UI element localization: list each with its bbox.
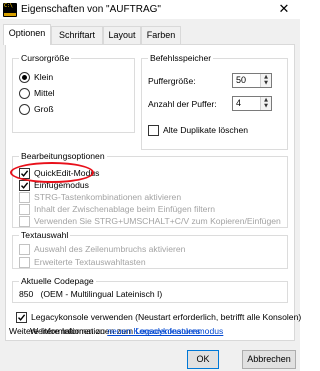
radio-mittel-button[interactable] — [19, 87, 30, 99]
buffer-size-value[interactable]: 50 — [236, 75, 246, 85]
extended-keys-checkbox[interactable] — [19, 256, 30, 268]
cursor-size-group: Cursorgröße Klein Mittel Groß — [12, 53, 135, 133]
insert-mode-row[interactable]: Einfügemodus — [19, 179, 89, 191]
text-selection-title: Textauswahl — [19, 230, 71, 240]
radio-gross[interactable]: Groß — [19, 103, 54, 115]
radio-mittel-label: Mittel — [34, 88, 55, 98]
radio-gross-button[interactable] — [19, 103, 30, 115]
text-selection-group: Textauswahl Auswahl des Zeilenumbruchs a… — [12, 230, 288, 269]
dialog-client: Optionen Schriftart Layout Farben Cursor… — [0, 20, 301, 371]
radio-klein[interactable]: Klein — [19, 71, 53, 83]
features-info-text: Weitere Informationen zu — [9, 326, 108, 336]
ok-button[interactable]: OK — [187, 350, 219, 369]
filter-paste-row[interactable]: Inhalt der Zwischenablage beim Einfügen … — [19, 203, 215, 215]
console-features-link[interactable]: neuen Konsolenfeatures — [107, 326, 200, 336]
radio-gross-label: Groß — [34, 104, 54, 114]
check-icon — [17, 313, 26, 321]
radio-klein-label: Klein — [34, 72, 54, 82]
buffer-count-label: Anzahl der Puffer: — [148, 99, 217, 109]
edit-options-group: Bearbeitungsoptionen QuickEdit-Modus Ein… — [12, 151, 288, 228]
buffer-count-spinner[interactable]: 4 ▲ ▼ — [232, 96, 272, 111]
insert-mode-label: Einfügemodus — [34, 180, 89, 190]
line-wrap-selection-checkbox[interactable] — [19, 243, 30, 255]
quickedit-checkbox[interactable] — [19, 167, 30, 179]
check-icon — [20, 169, 29, 177]
cancel-button[interactable]: Abbrechen — [242, 350, 296, 369]
dedupe-checkbox-row[interactable]: Alte Duplikate löschen — [148, 124, 248, 136]
console-app-icon: C:\ — [3, 3, 17, 17]
tab-optionen[interactable]: Optionen — [3, 24, 51, 45]
ctrl-keys-label: STRG-Tastenkombinationen aktivieren — [34, 192, 182, 202]
tab-schriftart[interactable]: Schriftart — [51, 26, 103, 44]
line-wrap-selection-label: Auswahl des Zeilenumbruchs aktivieren — [34, 244, 186, 254]
buffer-count-value[interactable]: 4 — [236, 98, 241, 108]
cursor-size-title: Cursorgröße — [19, 53, 72, 63]
buffer-size-label: Puffergröße: — [148, 76, 196, 86]
quickedit-label: QuickEdit-Modus — [34, 168, 100, 178]
ctrl-shift-cv-checkbox[interactable] — [19, 215, 30, 227]
features-info-line: Weitere Informationen zu neuen Konsolenf… — [9, 325, 200, 337]
dedupe-checkbox[interactable] — [148, 124, 159, 136]
filter-paste-checkbox[interactable] — [19, 203, 30, 215]
dedupe-label: Alte Duplikate löschen — [163, 125, 249, 135]
codepage-group: Aktuelle Codepage 850 (OEM - Multilingua… — [12, 276, 288, 303]
ctrl-shift-cv-row[interactable]: Verwenden Sie STRG+UMSCHALT+C/V zum Kopi… — [19, 215, 281, 227]
tab-farben[interactable]: Farben — [141, 26, 181, 44]
legacy-console-checkbox[interactable] — [16, 311, 27, 323]
check-icon — [20, 181, 29, 189]
extended-keys-row[interactable]: Erweiterte Textauswahltasten — [19, 256, 146, 268]
legacy-console-label: Legacykonsole verwenden (Neustart erford… — [31, 312, 302, 322]
codepage-value: 850 (OEM - Multilingual Lateinisch I) — [19, 289, 163, 299]
radio-klein-button[interactable] — [19, 71, 30, 83]
legacy-console-row[interactable]: Legacykonsole verwenden (Neustart erford… — [16, 311, 301, 323]
options-panel: Cursorgröße Klein Mittel Groß Befehlsspe… — [5, 44, 301, 341]
window-title: Eigenschaften von "AUFTRAG" — [21, 4, 161, 15]
close-button[interactable]: ✕ — [270, 0, 298, 20]
codepage-title: Aktuelle Codepage — [19, 276, 96, 286]
insert-mode-checkbox[interactable] — [19, 179, 30, 191]
command-buffer-title: Befehlsspeicher — [148, 53, 214, 63]
buffer-size-down-icon[interactable]: ▼ — [261, 80, 271, 86]
console-icon-label: C:\ — [4, 3, 13, 9]
tab-layout[interactable]: Layout — [103, 26, 141, 44]
command-buffer-group: Befehlsspeicher Puffergröße: 50 ▲ ▼ Anza… — [141, 53, 288, 150]
ctrl-keys-row[interactable]: STRG-Tastenkombinationen aktivieren — [19, 191, 181, 203]
extended-keys-label: Erweiterte Textauswahltasten — [34, 257, 146, 267]
title-bar: C:\ Eigenschaften von "AUFTRAG" ✕ — [0, 0, 300, 20]
buffer-size-spinner[interactable]: 50 ▲ ▼ — [232, 73, 272, 88]
quickedit-row[interactable]: QuickEdit-Modus — [19, 167, 99, 179]
filter-paste-label: Inhalt der Zwischenablage beim Einfügen … — [34, 204, 216, 214]
ctrl-shift-cv-label: Verwenden Sie STRG+UMSCHALT+C/V zum Kopi… — [34, 216, 281, 226]
radio-mittel[interactable]: Mittel — [19, 87, 55, 99]
edit-options-title: Bearbeitungsoptionen — [19, 151, 107, 161]
buffer-count-down-icon[interactable]: ▼ — [261, 103, 271, 109]
line-wrap-selection-row[interactable]: Auswahl des Zeilenumbruchs aktivieren — [19, 243, 185, 255]
ctrl-keys-checkbox[interactable] — [19, 191, 30, 203]
